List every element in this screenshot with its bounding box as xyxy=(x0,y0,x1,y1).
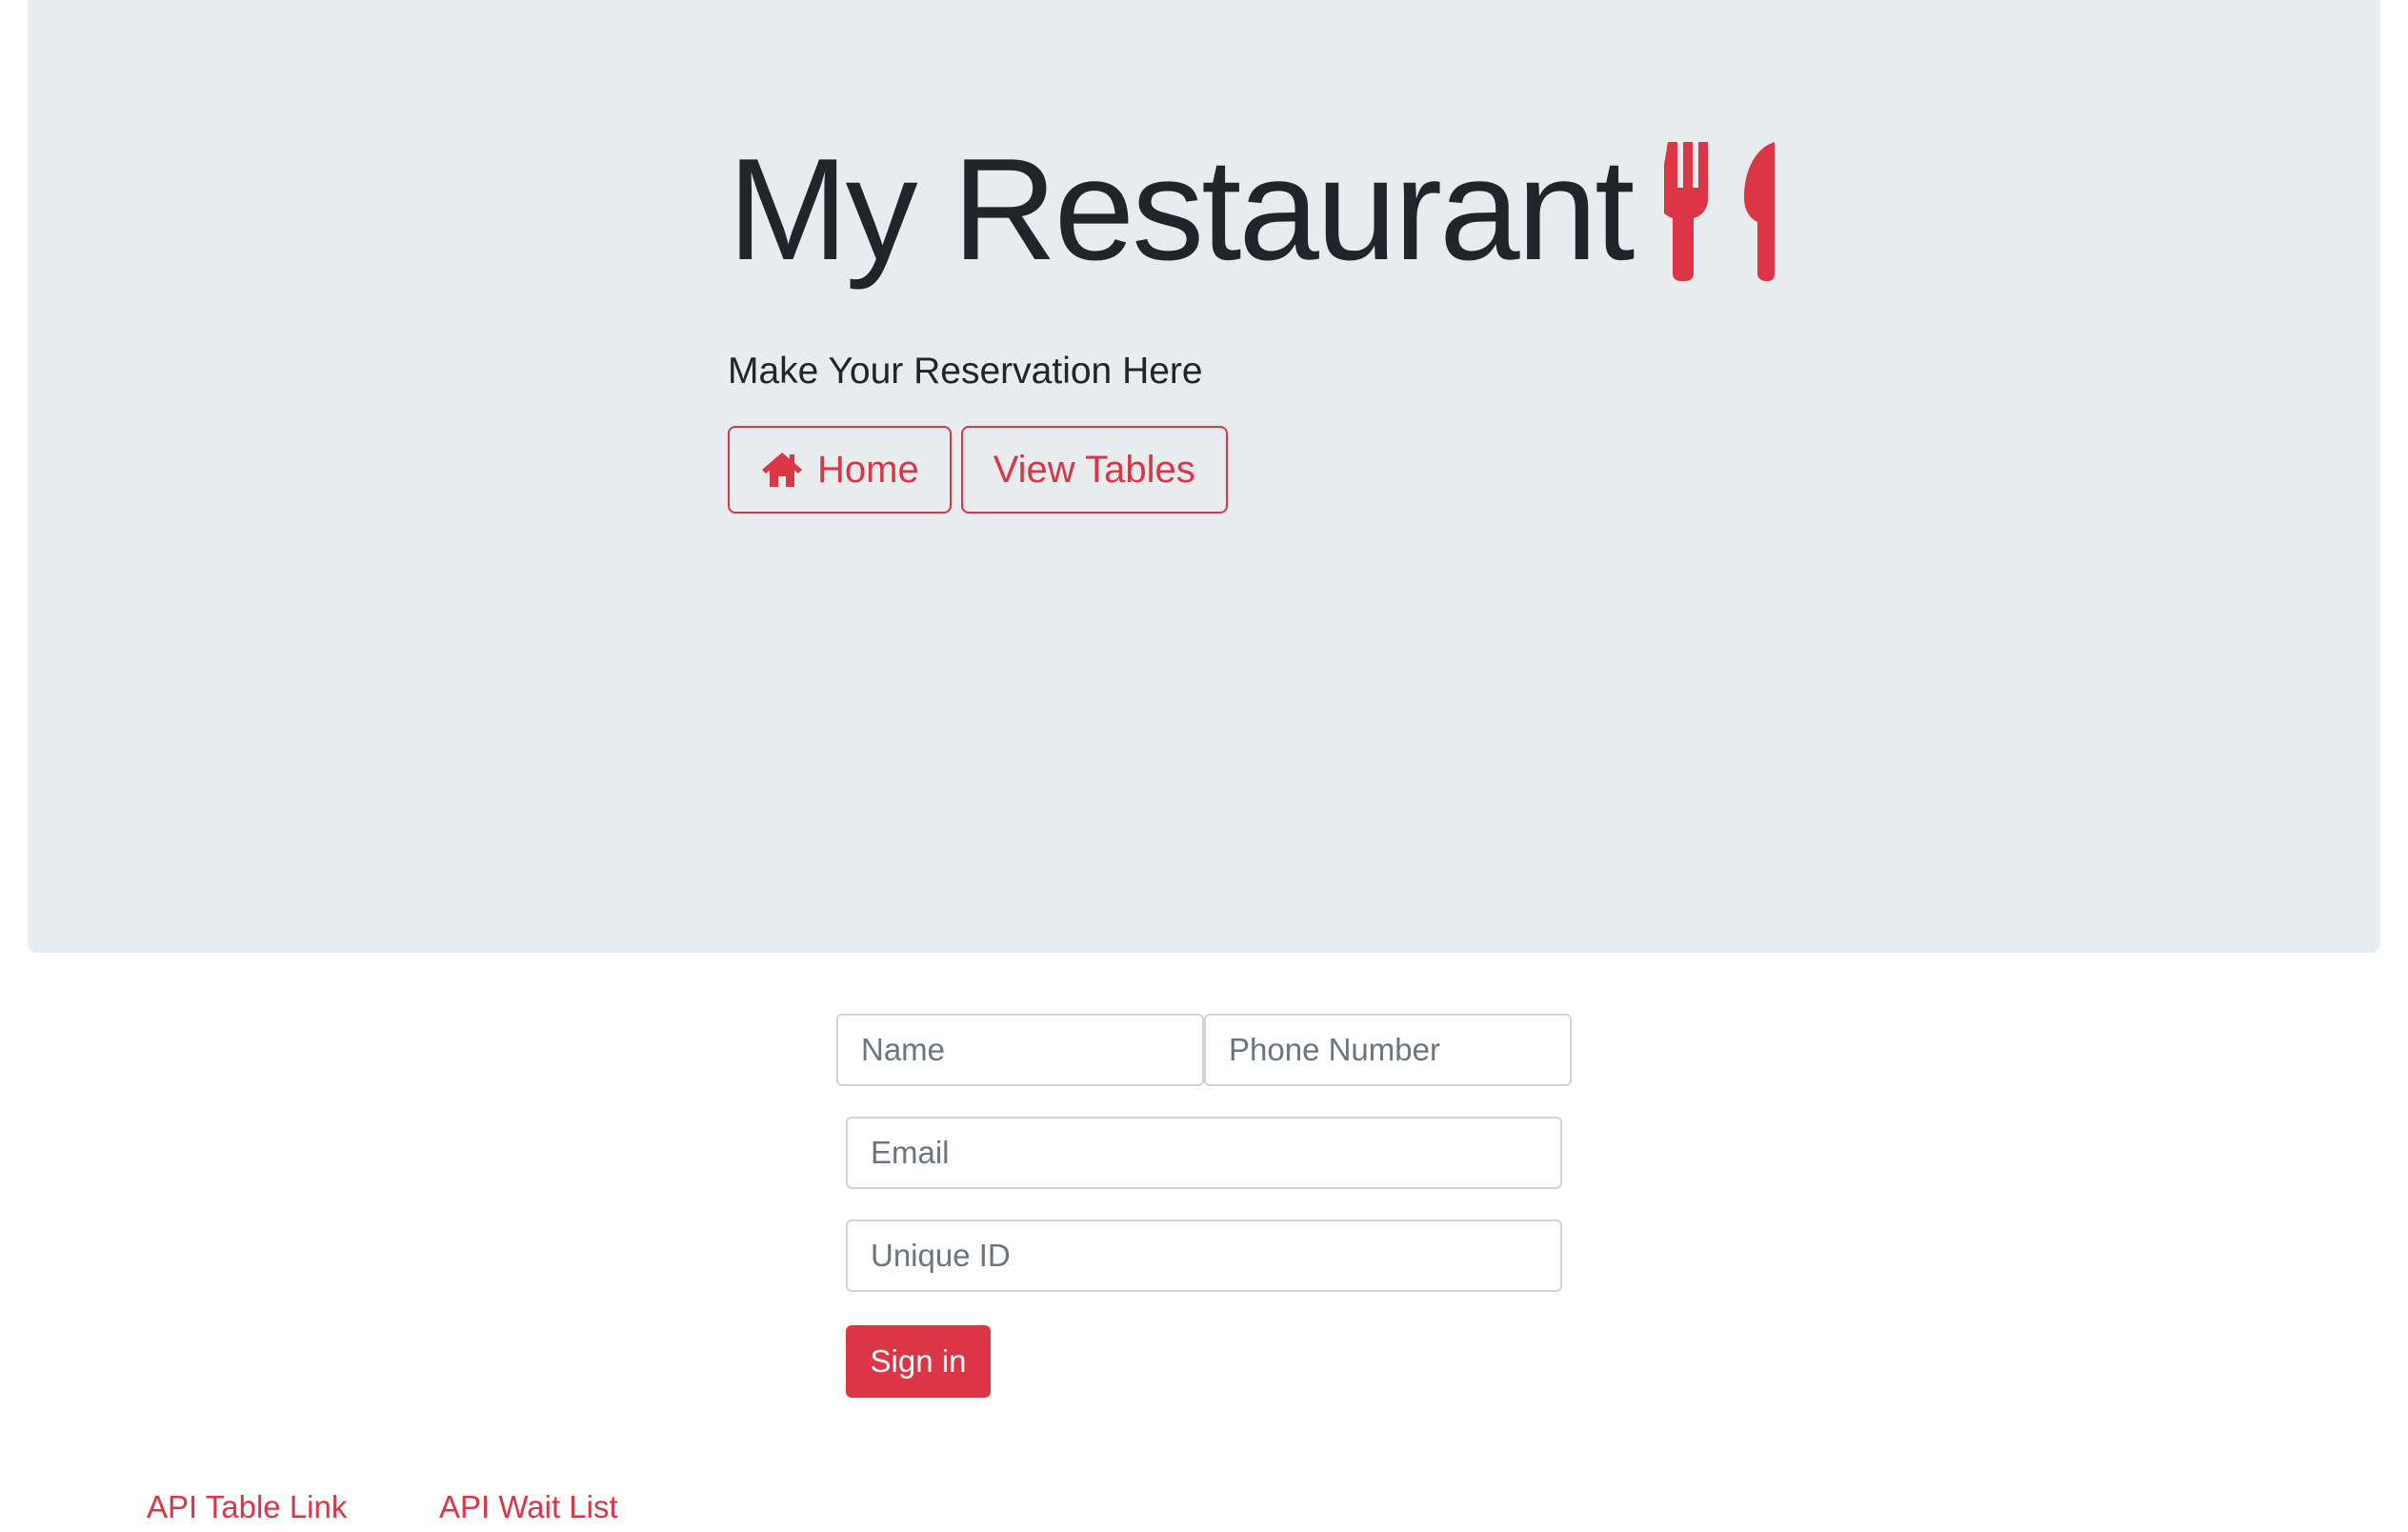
unique-id-input[interactable] xyxy=(846,1220,1562,1292)
utensils-icon xyxy=(1658,138,1778,281)
api-wait-list-link[interactable]: API Wait List xyxy=(439,1491,618,1522)
hero: My Restaurant Make Your Reservation Here… xyxy=(728,114,1871,514)
page: My Restaurant Make Your Reservation Here… xyxy=(0,0,2408,1532)
phone-input[interactable] xyxy=(1204,1014,1572,1086)
view-tables-button[interactable]: View Tables xyxy=(960,426,1228,514)
home-button-label: Home xyxy=(817,448,919,491)
api-table-link[interactable]: API Table Link xyxy=(147,1491,347,1522)
subtitle: Make Your Reservation Here xyxy=(728,351,1203,392)
view-tables-button-label: View Tables xyxy=(993,448,1195,491)
page-title: My Restaurant xyxy=(728,129,1635,291)
sign-in-button[interactable]: Sign in xyxy=(846,1325,991,1398)
email-input[interactable] xyxy=(846,1117,1562,1189)
nav-buttons: Home View Tables xyxy=(728,426,1871,514)
home-button[interactable]: Home xyxy=(728,426,952,514)
home-icon xyxy=(760,451,804,489)
title-row: My Restaurant xyxy=(728,114,1871,305)
name-input[interactable] xyxy=(836,1014,1204,1086)
